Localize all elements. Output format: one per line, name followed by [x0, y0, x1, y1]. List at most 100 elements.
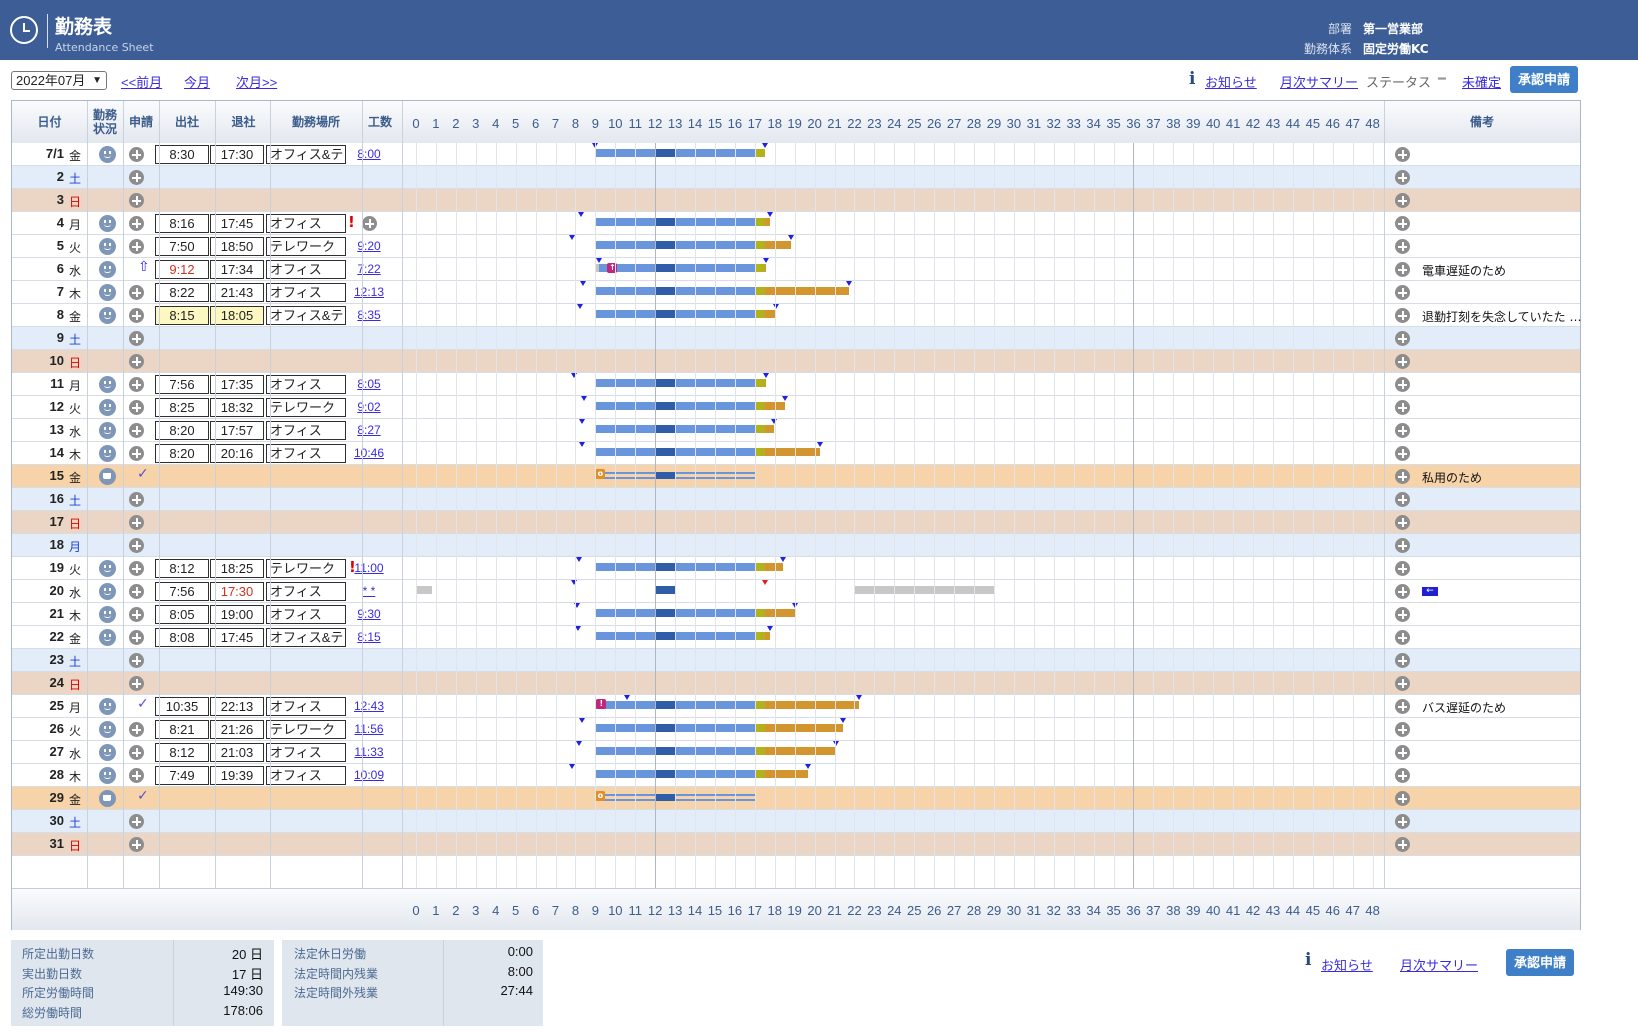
- next-month-link[interactable]: 次月>>: [236, 72, 277, 91]
- hour-label: 14: [687, 116, 703, 131]
- hour-label: 36: [1126, 116, 1141, 131]
- page-subtitle: Attendance Sheet: [55, 41, 154, 54]
- hour-gridline: [435, 143, 437, 888]
- hour-gridline: [655, 143, 657, 888]
- hour-gridline: [974, 143, 976, 888]
- hour-gridline: [695, 143, 697, 888]
- system-value: 固定労働KC: [1363, 42, 1429, 56]
- hour-label: 22: [847, 903, 862, 918]
- hour-label: 19: [787, 903, 802, 918]
- notice-link[interactable]: お知らせ: [1205, 72, 1257, 91]
- column-divider: [1384, 101, 1385, 888]
- hour-gridline: [993, 143, 995, 888]
- hour-gridline: [754, 143, 756, 888]
- summary-label: 総労働時間: [22, 1005, 83, 1020]
- summary-value: 178:06: [223, 1002, 263, 1018]
- hour-gridline: [1193, 143, 1195, 888]
- hour-label: 41: [1225, 903, 1241, 918]
- hour-label: 42: [1245, 903, 1261, 918]
- month-select[interactable]: 2022年07月 ▼: [11, 71, 107, 90]
- hour-label: 29: [986, 903, 1002, 918]
- hour-label: 40: [1205, 116, 1221, 131]
- hour-gridline: [475, 143, 477, 888]
- hour-label: 11: [628, 116, 642, 131]
- hour-label: 5: [512, 903, 520, 918]
- hour-gridline: [635, 143, 637, 888]
- summary-value: 17 日: [231, 966, 263, 982]
- hour-gridline: [1292, 143, 1294, 888]
- hour-label: 32: [1046, 116, 1061, 131]
- hour-label: 9: [591, 903, 599, 918]
- hour-label: 9: [591, 116, 599, 131]
- column-divider: [270, 101, 271, 888]
- hour-label: 2: [452, 903, 460, 918]
- approve-request-button-bottom[interactable]: 承認申請: [1506, 949, 1574, 976]
- header-divider: [47, 14, 48, 48]
- hour-label: 11: [628, 903, 642, 918]
- hour-label: 0: [412, 903, 420, 918]
- hour-label: 48: [1365, 903, 1380, 918]
- column-divider: [87, 101, 88, 888]
- hour-gridline: [1213, 143, 1215, 888]
- hour-gridline: [1033, 143, 1035, 888]
- hour-label: 39: [1186, 116, 1201, 131]
- hour-gridline: [914, 143, 916, 888]
- hour-label: 20: [807, 903, 822, 918]
- hour-label: 32: [1046, 903, 1061, 918]
- hour-label: 31: [1026, 116, 1042, 131]
- hour-gridline: [575, 143, 577, 888]
- summary-value: 8:00: [507, 963, 533, 979]
- this-month-link[interactable]: 今月: [184, 72, 210, 91]
- hour-label: 45: [1305, 903, 1321, 918]
- hour-label: 3: [472, 116, 480, 131]
- hour-gridline: [495, 143, 497, 888]
- hour-label: 39: [1186, 903, 1201, 918]
- hour-label: 30: [1006, 116, 1022, 131]
- hour-axis-bottom: 0 1 2 3 4 5 6 7 8 9 10 11 12 13 14 15 16 17 18 19 20 21 22 23 24…: [12, 888, 1580, 929]
- notice-link-bottom[interactable]: お知らせ: [1321, 955, 1373, 974]
- hour-label: 25: [907, 903, 922, 918]
- monthly-summary-link[interactable]: 月次サマリー: [1280, 72, 1358, 91]
- hour-label: 5: [512, 116, 520, 131]
- hour-label: 18: [767, 116, 782, 131]
- status-label: ステータス: [1366, 75, 1432, 90]
- hour-label: 26: [926, 903, 942, 918]
- hour-label: 13: [667, 903, 683, 918]
- hour-label: 33: [1066, 903, 1081, 918]
- monthly-summary-link-bottom[interactable]: 月次サマリー: [1400, 955, 1478, 974]
- hour-label: 37: [1146, 903, 1161, 918]
- hour-label: 10: [608, 116, 623, 131]
- clock-icon: [10, 16, 38, 44]
- summary-value: 20 日: [231, 947, 263, 962]
- page-title: 勤務表: [55, 16, 113, 38]
- hour-label: 7: [551, 903, 560, 918]
- hour-label: 12: [647, 903, 663, 918]
- hour-label: 28: [966, 116, 982, 131]
- hour-gridline: [1173, 143, 1175, 888]
- hour-gridline: [455, 143, 457, 888]
- hour-gridline: [1332, 143, 1334, 888]
- dept-label: 部署: [1327, 22, 1352, 36]
- status-value-link[interactable]: 未確定: [1462, 72, 1501, 91]
- chevron-down-icon: ▼: [92, 75, 102, 86]
- prev-month-link[interactable]: <<前月: [121, 72, 162, 91]
- hour-gridline: [615, 143, 617, 888]
- hour-label: 10: [608, 903, 623, 918]
- hour-gridline: [1272, 143, 1274, 888]
- hour-label: 29: [986, 116, 1002, 131]
- hour-label: 1: [432, 116, 440, 131]
- hour-label: 20: [807, 116, 822, 131]
- hour-gridline: [595, 143, 597, 888]
- approve-request-button[interactable]: 承認申請: [1510, 66, 1578, 93]
- summary-label: 法定休日労働: [294, 947, 367, 961]
- hour-gridline: [794, 143, 796, 888]
- month-select-value: 2022年07月: [16, 73, 86, 88]
- hour-label: 35: [1106, 116, 1121, 131]
- column-divider: [362, 101, 363, 888]
- hour-axis-top: 0 1 2 3 4 5 6 7 8 9 10 11 12 13 14 15 16 17 18 19 20 21 22 23 24…: [12, 101, 1580, 143]
- hour-label: 23: [867, 903, 882, 918]
- hour-label: 38: [1166, 116, 1181, 131]
- hour-gridline: [854, 143, 856, 888]
- hour-label: 35: [1106, 903, 1121, 918]
- hour-label: 24: [887, 903, 902, 918]
